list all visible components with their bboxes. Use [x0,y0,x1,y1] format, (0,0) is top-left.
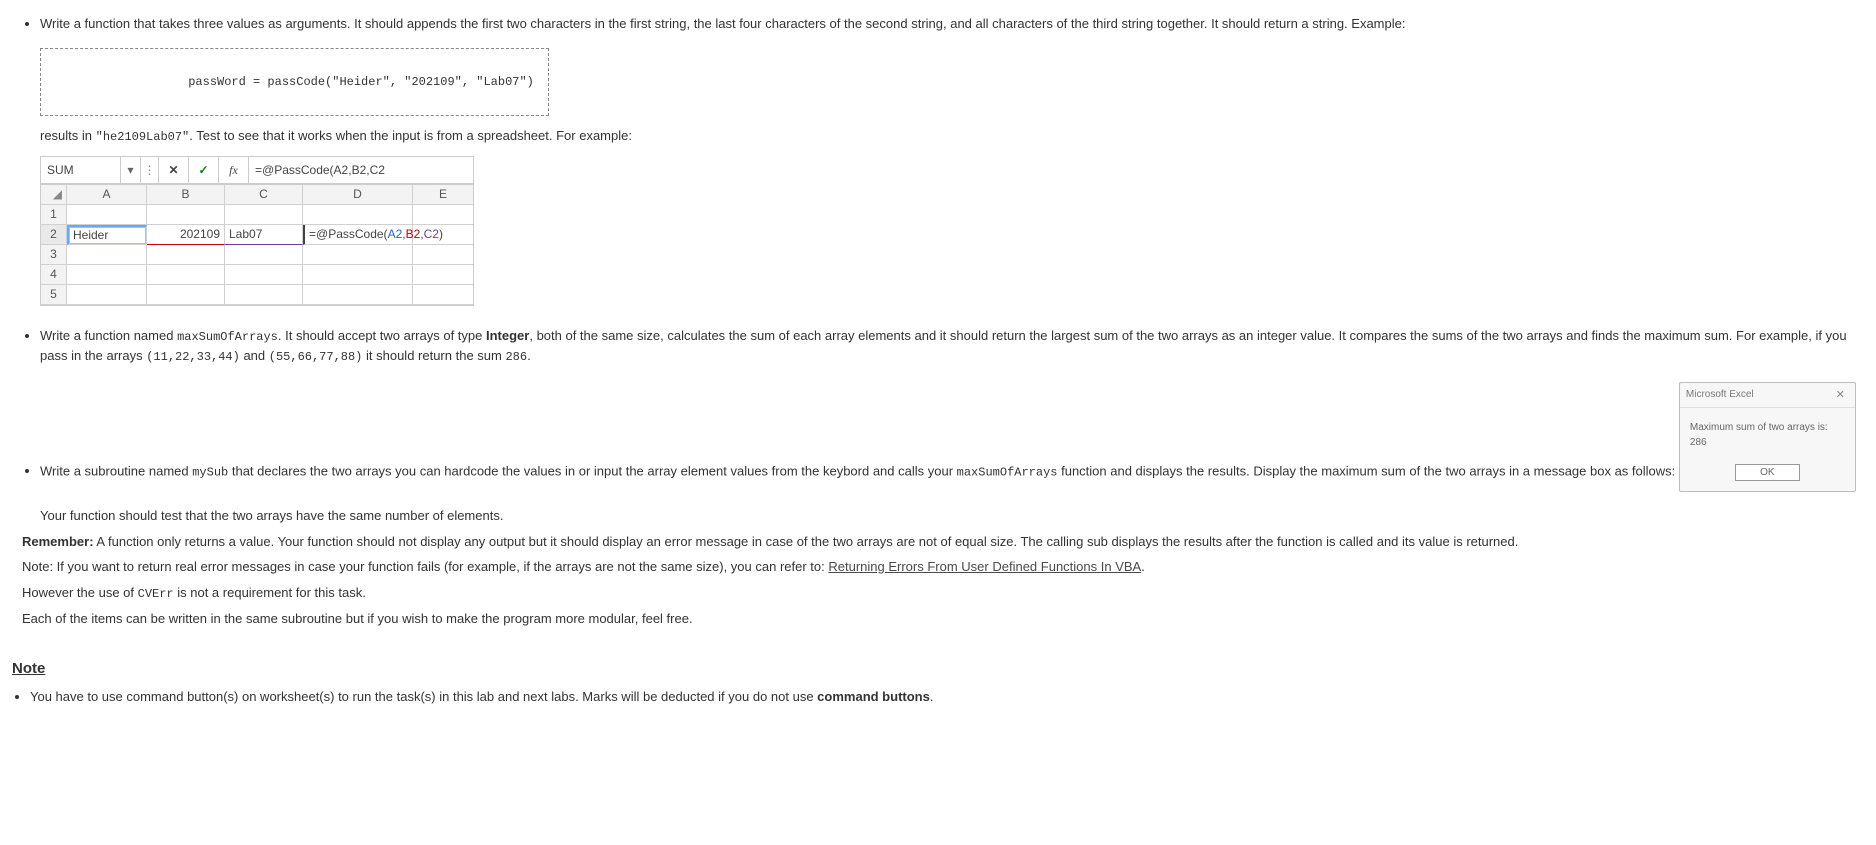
cell-C5[interactable] [225,285,303,305]
row-header-3[interactable]: 3 [41,245,67,265]
bullet-mysub: Write a subroutine named mySub that decl… [40,372,1864,526]
bullet-maxsum: Write a function named maxSumOfArrays. I… [40,326,1864,366]
excel-row-5: 5 [41,285,473,305]
fx-icon[interactable]: fx [219,157,249,183]
cell-D4[interactable] [303,265,413,285]
cell-A5[interactable] [67,285,147,305]
col-header-B[interactable]: B [147,185,225,205]
cell-D3[interactable] [303,245,413,265]
cverr-code: CVErr [138,587,174,601]
excel-row-1: 1 [41,205,473,225]
results-line: results in "he2109Lab07". Test to see th… [40,126,1864,146]
cell-B1[interactable] [147,205,225,225]
cell-E4[interactable] [413,265,473,285]
msgbox-titlebar: Microsoft Excel ✕ [1680,383,1855,409]
cell-A1[interactable] [67,205,147,225]
row-header-5[interactable]: 5 [41,285,67,305]
command-buttons-bold: command buttons [817,689,930,704]
cell-C1[interactable] [225,205,303,225]
cell-D2[interactable]: =@PassCode(A2,B2,C2) [303,225,413,245]
msgbox-body: Maximum sum of two arrays is: 286 [1680,408,1855,456]
excel-column-headers: ◢ A B C D E [41,184,473,205]
remember-label: Remember: [22,534,94,549]
excel-row-2: 2 Heider 202109 Lab07 =@PassCode(A2,B2,C… [41,225,473,245]
row-header-1[interactable]: 1 [41,205,67,225]
excel-row-3: 3 [41,245,473,265]
vba-errors-link[interactable]: Returning Errors From User Defined Funct… [828,559,1141,574]
note-bullet: You have to use command button(s) on wor… [30,687,1864,707]
code-block-passcode: passWord = passCode("Heider", "202109", … [40,48,549,116]
cell-C2[interactable]: Lab07 [225,225,303,245]
cell-C4[interactable] [225,265,303,285]
cell-A3[interactable] [67,245,147,265]
vertical-dots-icon: ⋮ [141,157,159,183]
excel-row-4: 4 [41,265,473,285]
type-integer: Integer [486,328,529,343]
result-code: "he2109Lab07" [96,130,190,144]
fn-maxsum: maxSumOfArrays [177,330,278,344]
close-icon[interactable]: ✕ [1832,387,1849,404]
bullet-passcode-text: Write a function that takes three values… [40,16,1405,31]
cell-B2[interactable]: 202109 [147,225,225,245]
cell-E2[interactable] [413,225,473,245]
note-error-line: Note: If you want to return real error m… [22,557,1864,577]
namebox-dropdown-icon[interactable]: ▾ [121,157,141,183]
msgbox-title: Microsoft Excel [1686,387,1754,402]
sum-286: 286 [505,350,527,364]
bullet-passcode: Write a function that takes three values… [40,14,1864,320]
col-header-D[interactable]: D [303,185,413,205]
col-header-E[interactable]: E [413,185,473,205]
col-header-C[interactable]: C [225,185,303,205]
cancel-icon[interactable]: ✕ [159,157,189,183]
cell-E5[interactable] [413,285,473,305]
ok-button[interactable]: OK [1735,464,1799,481]
cell-B4[interactable] [147,265,225,285]
formula-input[interactable]: =@PassCode(A2,B2,C2 [249,157,473,183]
note-heading: Note [12,658,1864,681]
msgbox-screenshot: Microsoft Excel ✕ Maximum sum of two arr… [1679,382,1856,493]
row-header-4[interactable]: 4 [41,265,67,285]
cell-E3[interactable] [413,245,473,265]
cell-A4[interactable] [67,265,147,285]
cell-E1[interactable] [413,205,473,225]
arr1: (11,22,33,44) [146,350,240,364]
cell-A2[interactable]: Heider [67,225,147,245]
excel-formula-bar: SUM ▾ ⋮ ✕ ✓ fx =@PassCode(A2,B2,C2 [41,157,473,184]
each-items-line: Each of the items can be written in the … [22,609,1864,629]
arr2: (55,66,77,88) [269,350,363,364]
cell-C3[interactable] [225,245,303,265]
select-all-corner[interactable]: ◢ [41,185,67,205]
cell-B3[interactable] [147,245,225,265]
fn-maxsum-ref: maxSumOfArrays [957,465,1058,479]
after-msgbox-text: Your function should test that the two a… [40,506,1864,526]
row-header-2[interactable]: 2 [41,225,67,245]
col-header-A[interactable]: A [67,185,147,205]
fn-mysub: mySub [192,465,228,479]
cell-B5[interactable] [147,285,225,305]
remember-paragraph: Remember: A function only returns a valu… [22,532,1864,552]
excel-namebox[interactable]: SUM [41,157,121,183]
excel-screenshot: SUM ▾ ⋮ ✕ ✓ fx =@PassCode(A2,B2,C2 ◢ A B… [40,156,474,306]
however-line: However the use of CVErr is not a requir… [22,583,1864,603]
cell-D1[interactable] [303,205,413,225]
cell-D5[interactable] [303,285,413,305]
confirm-icon[interactable]: ✓ [189,157,219,183]
